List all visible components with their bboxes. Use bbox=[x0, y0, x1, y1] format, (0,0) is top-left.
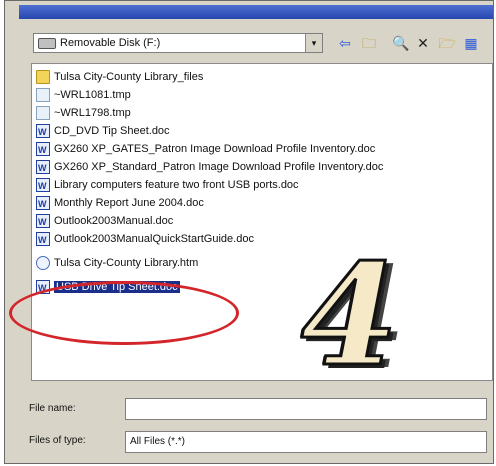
file-name: ~WRL1081.tmp bbox=[54, 89, 131, 101]
open-file-dialog: Removable Disk (F:) ▾ ⇦ 🗀 🔍 ✕ 🗁 ▦ Tulsa … bbox=[4, 0, 494, 464]
file-name: Tulsa City-County Library_files bbox=[54, 71, 204, 83]
file-list-item[interactable]: ~WRL1798.tmp bbox=[36, 104, 131, 122]
dialog-toolbar: Removable Disk (F:) ▾ ⇦ 🗀 🔍 ✕ 🗁 ▦ bbox=[19, 31, 493, 57]
word-document-icon bbox=[36, 195, 50, 213]
file-name: GX260 XP_Standard_Patron Image Download … bbox=[54, 161, 384, 173]
file-name-label: File name: bbox=[29, 403, 76, 414]
search-web-icon[interactable]: 🔍 bbox=[391, 34, 411, 52]
file-name: CD_DVD Tip Sheet.doc bbox=[54, 125, 170, 137]
word-document-icon bbox=[36, 123, 50, 141]
delete-icon[interactable]: ✕ bbox=[413, 34, 433, 52]
file-name: Outlook2003ManualQuickStartGuide.doc bbox=[54, 233, 254, 245]
file-list-item[interactable]: Outlook2003Manual.doc bbox=[36, 212, 174, 231]
file-name-input[interactable] bbox=[125, 398, 487, 420]
file-name: Outlook2003Manual.doc bbox=[54, 215, 174, 227]
file-type-label: Files of type: bbox=[29, 435, 86, 446]
views-menu-icon[interactable]: ▦ bbox=[461, 34, 481, 52]
word-document-icon bbox=[36, 231, 50, 249]
file-list-item[interactable]: GX260 XP_Standard_Patron Image Download … bbox=[36, 158, 384, 177]
temp-file-icon bbox=[36, 106, 50, 121]
file-list-item[interactable]: GX260 XP_GATES_Patron Image Download Pro… bbox=[36, 140, 376, 159]
file-list-item[interactable]: Tulsa City-County Library_files bbox=[36, 68, 203, 86]
folder-icon bbox=[36, 70, 50, 85]
file-name: Monthly Report June 2004.doc bbox=[54, 197, 204, 209]
removable-disk-icon bbox=[38, 38, 56, 49]
file-list-item[interactable]: CD_DVD Tip Sheet.doc bbox=[36, 122, 170, 141]
look-in-value: Removable Disk (F:) bbox=[60, 37, 161, 49]
word-document-icon bbox=[36, 141, 50, 159]
new-folder-icon[interactable]: 🗁 bbox=[437, 34, 457, 52]
up-folder-icon[interactable]: 🗀 bbox=[359, 34, 379, 52]
file-list-item[interactable]: Library computers feature two front USB … bbox=[36, 176, 299, 195]
back-arrow-icon[interactable]: ⇦ bbox=[335, 34, 355, 52]
file-list-item[interactable]: Monthly Report June 2004.doc bbox=[36, 194, 204, 213]
file-name: GX260 XP_GATES_Patron Image Download Pro… bbox=[54, 143, 376, 155]
chevron-down-icon[interactable]: ▾ bbox=[305, 34, 322, 52]
title-bar bbox=[19, 5, 493, 19]
temp-file-icon bbox=[36, 88, 50, 103]
html-file-icon bbox=[36, 256, 50, 271]
step-number: 4 bbox=[300, 234, 400, 398]
file-name: Library computers feature two front USB … bbox=[54, 179, 299, 191]
file-list-item[interactable]: Outlook2003ManualQuickStartGuide.doc bbox=[36, 230, 254, 249]
word-document-icon bbox=[36, 213, 50, 231]
word-document-icon bbox=[36, 159, 50, 177]
look-in-dropdown[interactable]: Removable Disk (F:) ▾ bbox=[33, 33, 323, 53]
file-name: Tulsa City-County Library.htm bbox=[54, 257, 199, 269]
file-name: ~WRL1798.tmp bbox=[54, 107, 131, 119]
word-document-icon bbox=[36, 177, 50, 195]
file-type-select[interactable]: All Files (*.*) bbox=[125, 431, 487, 453]
file-list-item[interactable]: Tulsa City-County Library.htm bbox=[36, 254, 198, 272]
highlight-circle bbox=[9, 281, 239, 345]
file-list-item[interactable]: ~WRL1081.tmp bbox=[36, 86, 131, 104]
